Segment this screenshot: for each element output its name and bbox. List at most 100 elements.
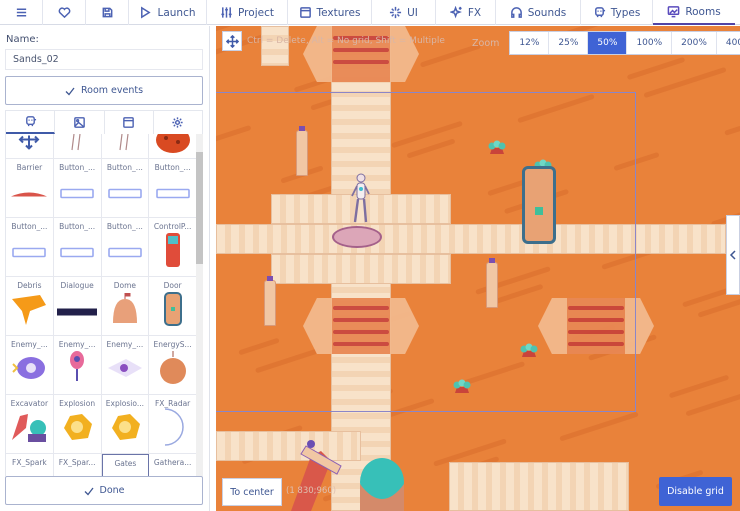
template-item[interactable]: Explosion (53, 395, 102, 454)
sketch-thumbnail (70, 134, 84, 156)
template-label: ControlP... (153, 222, 192, 231)
template-item[interactable] (6, 134, 54, 159)
template-item[interactable]: Dialogue (53, 277, 102, 336)
template-item[interactable]: Button_... (53, 218, 102, 277)
zoom-option[interactable]: 25% (549, 32, 589, 54)
menu-icon (16, 8, 26, 17)
template-grid: Barrier Button_... Button_... Button_... But… (5, 134, 203, 476)
zoom-option[interactable]: 100% (627, 32, 673, 54)
chevron-left-icon (729, 250, 736, 260)
template-label: Button_... (106, 222, 143, 231)
template-label: Button_... (106, 163, 143, 172)
template-label: Button_... (11, 222, 48, 231)
template-label: Gates (114, 459, 137, 468)
zoom-option[interactable]: 12% (510, 32, 550, 54)
headphones-icon (510, 7, 522, 18)
template-item[interactable]: Button_... (101, 159, 150, 218)
debris-thumbnail (10, 291, 48, 331)
ui-label: UI (407, 6, 418, 19)
check-icon (65, 87, 75, 95)
tab-types-list[interactable] (6, 111, 56, 134)
button-thumbnail (155, 184, 190, 203)
zoom-option[interactable]: 400% (716, 32, 740, 54)
template-item[interactable]: Button_... (6, 218, 54, 277)
zoom-option[interactable]: 50% (588, 32, 628, 54)
disable-grid-button[interactable]: Disable grid (659, 477, 732, 506)
button-thumbnail (108, 184, 142, 203)
room-canvas[interactable]: Ctrl = Delete, Alt = No grid, Shift = Mu… (216, 26, 740, 511)
template-item[interactable]: Button_... (101, 218, 150, 277)
sand-stripe (626, 56, 686, 81)
tab-project[interactable]: Project (207, 0, 288, 25)
rooms-label: Rooms (685, 5, 721, 18)
template-item[interactable]: Button_... (149, 159, 197, 218)
template-item[interactable]: Gathera... (149, 454, 197, 476)
collapse-sidebar-button[interactable] (726, 215, 740, 295)
template-label: FX_Spark (12, 458, 47, 467)
cursor-coordinates: (1 830;960) (286, 486, 337, 496)
template-item[interactable]: Explosio... (101, 395, 150, 454)
to-center-button[interactable]: To center (222, 478, 282, 506)
tab-fx[interactable]: FX (436, 0, 496, 25)
dome-object[interactable] (354, 444, 410, 511)
tab-sounds[interactable]: Sounds (496, 0, 581, 25)
tab-tiles[interactable] (105, 111, 154, 134)
room-bounds (216, 92, 636, 412)
sand-stripe (724, 107, 740, 136)
window-icon (299, 7, 311, 18)
template-label: Excavator (10, 399, 49, 408)
template-label: Enemy_... (106, 340, 144, 349)
template-item[interactable]: Enemy_... (6, 336, 54, 395)
move-tool-button[interactable] (222, 31, 242, 51)
template-item[interactable]: Enemy_... (53, 336, 102, 395)
room-name-input[interactable] (5, 49, 203, 70)
enemy3-thumbnail (106, 357, 144, 383)
template-item[interactable]: Gates (101, 454, 150, 476)
template-item[interactable] (101, 134, 150, 159)
zoom-option[interactable]: 200% (672, 32, 717, 54)
tab-ui[interactable]: UI (372, 0, 436, 25)
tab-rooms[interactable]: Rooms (653, 0, 735, 25)
save-button[interactable] (86, 0, 129, 25)
template-item[interactable] (149, 134, 197, 159)
template-item[interactable]: FX_Spark (6, 454, 54, 476)
template-item[interactable]: Door (149, 277, 197, 336)
template-item[interactable]: FX_Radar (149, 395, 197, 454)
dialogue-thumbnail (57, 302, 98, 321)
template-item[interactable]: EnergyS... (149, 336, 197, 395)
project-label: Project (238, 6, 274, 19)
template-item[interactable]: ControlP... (149, 218, 197, 277)
monitor-image-icon (667, 6, 680, 18)
textures-label: Textures (316, 6, 361, 19)
favorite-button[interactable] (43, 0, 86, 25)
done-button[interactable]: Done (5, 476, 203, 505)
barrier-thumbnail (11, 184, 48, 203)
template-scrollbar[interactable] (196, 134, 203, 476)
scrollbar-thumb[interactable] (196, 152, 203, 264)
launch-button[interactable]: Launch (129, 0, 207, 25)
template-item[interactable] (53, 134, 102, 159)
template-item[interactable]: Debris (6, 277, 54, 336)
tab-backgrounds[interactable] (55, 111, 105, 134)
excavator-thumbnail (10, 410, 48, 448)
tab-room-settings[interactable] (154, 111, 202, 134)
room-events-button[interactable]: Room events (5, 76, 203, 105)
template-item[interactable]: Enemy_... (101, 336, 150, 395)
room-properties-panel: Name: Room events Barrier Button_... Butto… (0, 26, 210, 511)
radar-thumbnail (161, 407, 185, 451)
template-item[interactable]: Excavator (6, 395, 54, 454)
sphere-thumbnail (159, 351, 187, 389)
sliders-icon (221, 7, 232, 18)
template-label: Explosion (59, 399, 96, 408)
template-item[interactable]: Dome (101, 277, 150, 336)
enemy1-thumbnail (11, 354, 47, 386)
template-label: Dome (113, 281, 137, 290)
gear-icon (172, 117, 183, 128)
template-item[interactable]: FX_Spar... (54, 454, 102, 476)
template-item[interactable]: Barrier (6, 159, 54, 218)
template-item[interactable]: Button_... (53, 159, 102, 218)
move-thumbnail (18, 135, 40, 154)
menu-button[interactable] (0, 0, 43, 25)
tab-types[interactable]: Types (581, 0, 653, 25)
tab-textures[interactable]: Textures (288, 0, 372, 25)
